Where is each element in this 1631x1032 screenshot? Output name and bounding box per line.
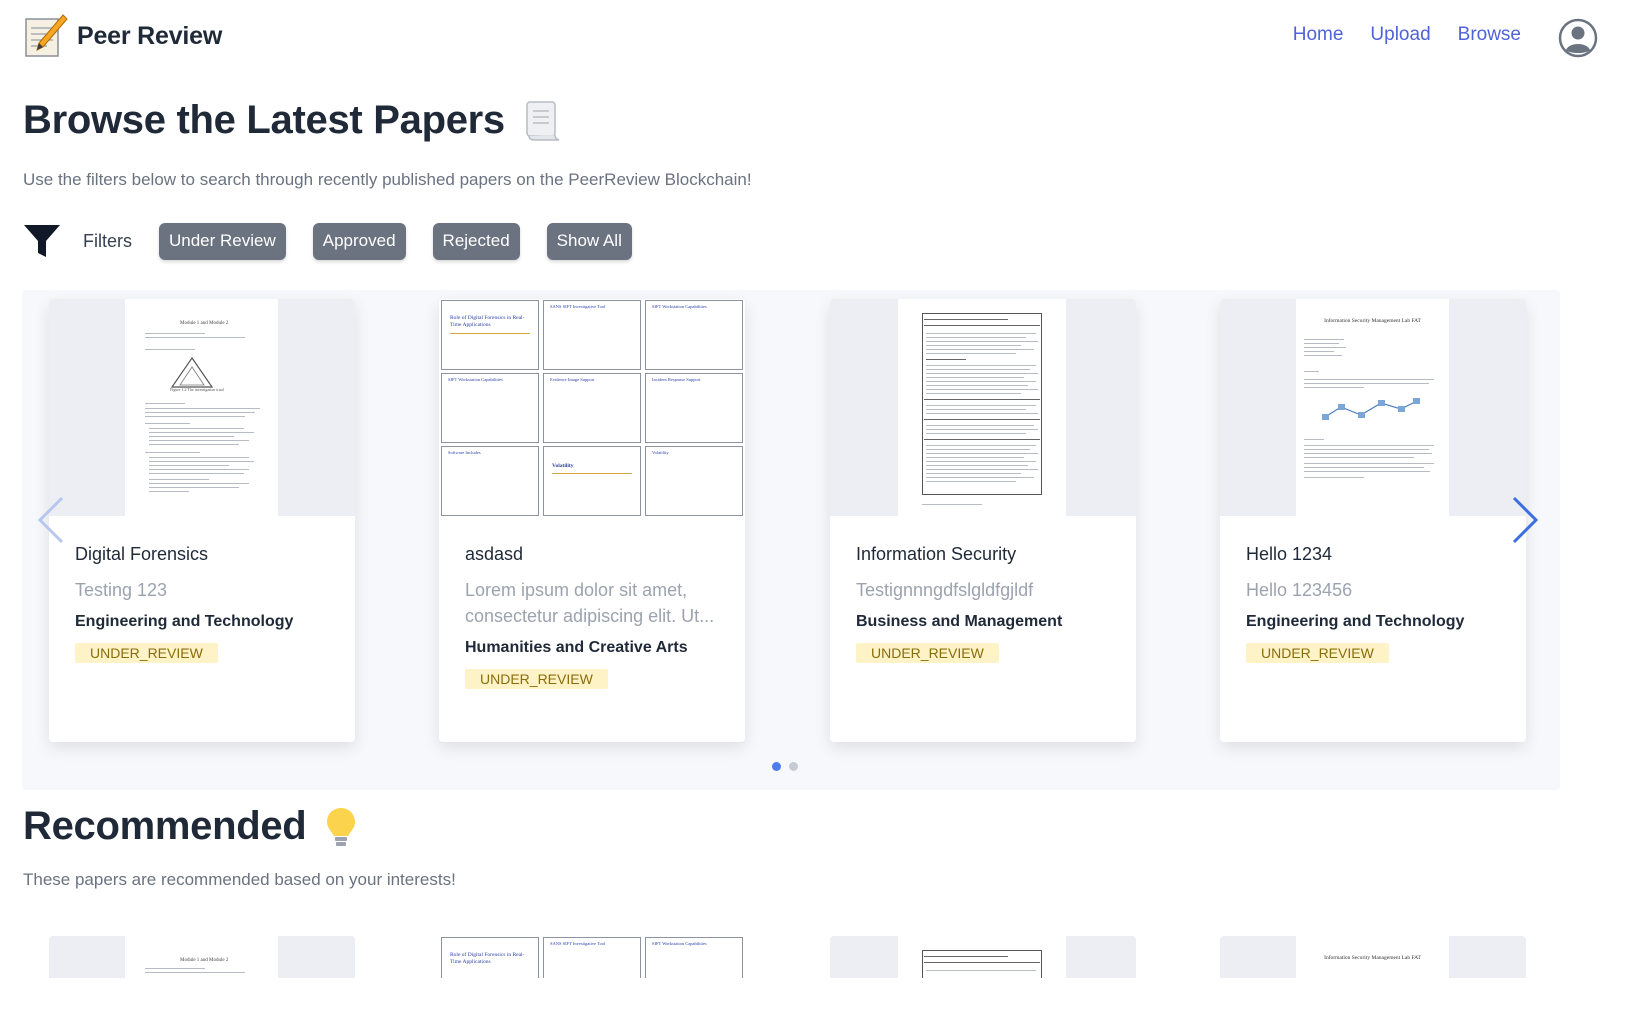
browse-title: Browse the Latest Papers [23, 98, 505, 142]
paper-description: Hello 123456 [1246, 580, 1353, 600]
slide-title: Incident Response Support [652, 377, 701, 382]
paper-title: Hello 1234 [1246, 544, 1333, 564]
thumbnail-slide: Role of Digital Forensics in Real-Time A… [441, 300, 539, 370]
browse-subtitle: Use the filters below to search through … [23, 170, 752, 189]
slide-title: Role of Digital Forensics in Real-Time A… [450, 315, 525, 328]
recommended-card[interactable]: Information Security Management Lab FAT [1220, 936, 1526, 978]
paper-description: Testing 123 [75, 580, 168, 600]
papers-carousel: Module 1 and Module 2 Figure 1.2 The inv… [22, 290, 1560, 790]
status-badge: UNDER_REVIEW [856, 643, 999, 663]
paper-field: Engineering and Technology [75, 613, 294, 630]
recommended-title: Recommended [23, 804, 307, 848]
filters-label: Filters [83, 230, 132, 251]
slide-title: Software Includes [448, 450, 481, 455]
recommended-card[interactable]: Role of Digital Forensics in Real-Time A… [439, 936, 745, 978]
browse-heading: Browse the Latest Papers [23, 98, 563, 143]
paper-thumbnail [830, 299, 1136, 516]
filter-approved-button[interactable]: Approved [312, 222, 406, 260]
slide-title: Role of Digital Forensics in Real-Time A… [450, 952, 525, 965]
slide-title: SIFT Workstation Capabilities [652, 304, 707, 309]
chevron-right-icon[interactable] [1508, 494, 1542, 546]
notepad-pencil-icon [25, 14, 68, 57]
paper-field: Engineering and Technology [1246, 613, 1465, 630]
thumbnail-slide: Volatility [645, 446, 743, 516]
thumbnail-slide: Software Includes [441, 446, 539, 516]
recommended-card[interactable]: Module 1 and Module 2 [49, 936, 355, 978]
brand-name: Peer Review [77, 21, 223, 50]
chevron-left-icon[interactable] [34, 494, 68, 546]
filter-rejected-button[interactable]: Rejected [432, 222, 520, 260]
thumbnail-heading: Information Security Management Lab FAT [1324, 318, 1421, 324]
nav-links: Home Upload Browse [1293, 24, 1521, 46]
slide-title: SIFT Workstation Capabilities [448, 377, 503, 382]
paper-field: Humanities and Creative Arts [465, 639, 688, 656]
paper-title: Digital Forensics [75, 544, 209, 564]
paper-title: asdasd [465, 544, 524, 564]
navbar: Peer Review Home Upload Browse [0, 0, 1631, 76]
nav-browse-link[interactable]: Browse [1458, 24, 1521, 46]
scroll-icon [526, 100, 560, 141]
slide-title: Volatility [652, 450, 669, 455]
thumbnail-page: Module 1 and Module 2 Figure 1.2 The inv… [125, 299, 278, 516]
carousel-pagination [772, 762, 798, 771]
recommended-card[interactable] [830, 936, 1136, 978]
carousel-dot[interactable] [772, 762, 781, 771]
thumbnail-slide: Volatility [543, 446, 641, 516]
thumbnail-page: Information Security Management Lab FAT [1296, 936, 1449, 978]
filter-under-review-button[interactable]: Under Review [159, 222, 286, 260]
thumbnail-slide: Role of Digital Forensics in Real-Time A… [441, 937, 539, 978]
slide-title: SIFT Workstation Capabilities [652, 941, 707, 946]
recommended-strip: Module 1 and Module 2 Role of Digital Fo… [22, 936, 1560, 978]
triangle-diagram-icon [170, 356, 214, 388]
thumbnail-caption: Figure 1.2 The investigation triad [170, 387, 224, 392]
thumbnail-page [898, 936, 1066, 978]
thumbnail-page: Module 1 and Module 2 [125, 936, 278, 978]
thumbnail-heading: Module 1 and Module 2 [180, 958, 229, 963]
paper-thumbnail: Module 1 and Module 2 Figure 1.2 The inv… [49, 299, 355, 516]
thumbnail-slide: SANS SIFT Investigative Tool [543, 937, 641, 978]
thumbnail-slide: Incident Response Support [645, 373, 743, 443]
paper-description: Lorem ipsum dolor sit amet, consectetur … [465, 580, 715, 626]
nav-upload-link[interactable]: Upload [1370, 24, 1430, 46]
carousel-dot[interactable] [789, 762, 798, 771]
paper-card[interactable]: Information Security Management Lab FAT [1220, 299, 1526, 742]
thumbnail-page [898, 299, 1066, 516]
filters-bar: Filters Under Review Approved Rejected S… [23, 222, 659, 260]
paper-card[interactable]: Information Security Testignnngdfslgldfg… [830, 299, 1136, 742]
filter-show-all-button[interactable]: Show All [546, 222, 632, 260]
paper-thumbnail: Role of Digital Forensics in Real-Time A… [439, 299, 745, 516]
brand[interactable]: Peer Review [23, 13, 222, 59]
network-diagram-icon [1322, 398, 1420, 420]
slide-title: SANS SIFT Investigative Tool [550, 941, 606, 946]
lightbulb-icon [327, 807, 356, 846]
recommended-subtitle: These papers are recommended based on yo… [23, 870, 456, 889]
thumbnail-slide: SIFT Workstation Capabilities [441, 373, 539, 443]
thumbnail-slide: SIFT Workstation Capabilities [645, 300, 743, 370]
status-badge: UNDER_REVIEW [1246, 643, 1389, 663]
recommended-heading: Recommended [23, 804, 358, 849]
thumbnail-heading: Information Security Management Lab FAT [1324, 955, 1421, 961]
slide-title: Volatility [552, 463, 574, 469]
paper-thumbnail: Information Security Management Lab FAT [1220, 299, 1526, 516]
thumbnail-heading: Module 1 and Module 2 [180, 321, 229, 326]
status-badge: UNDER_REVIEW [75, 643, 218, 663]
thumbnail-page: Information Security Management Lab FAT [1296, 299, 1449, 516]
thumbnail-slide: SIFT Workstation Capabilities [645, 937, 743, 978]
status-badge: UNDER_REVIEW [465, 669, 608, 689]
user-avatar-icon[interactable] [1558, 18, 1598, 58]
thumbnail-slide: Evidence Image Support [543, 373, 641, 443]
slide-title: Evidence Image Support [550, 377, 595, 382]
thumbnail-slide: SANS SIFT Investigative Tool [543, 300, 641, 370]
nav-home-link[interactable]: Home [1293, 24, 1344, 46]
paper-card[interactable]: Module 1 and Module 2 Figure 1.2 The inv… [49, 299, 355, 742]
paper-description: Testignnngdfslgldfgjldf [856, 580, 1034, 600]
paper-title: Information Security [856, 544, 1017, 564]
slide-title: SANS SIFT Investigative Tool [550, 304, 606, 309]
funnel-icon [24, 225, 60, 257]
paper-card[interactable]: Role of Digital Forensics in Real-Time A… [439, 299, 745, 742]
paper-field: Business and Management [856, 613, 1063, 630]
